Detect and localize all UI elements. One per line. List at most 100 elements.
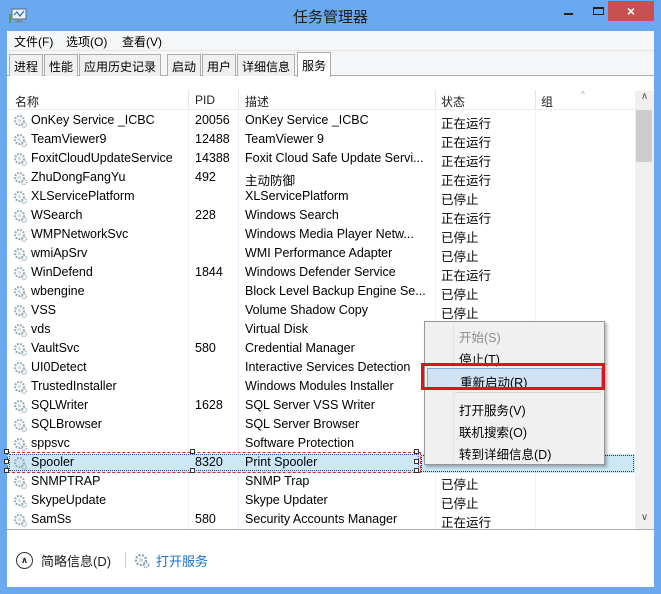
column-header-status[interactable]: 状态	[441, 93, 465, 110]
open-services-label: 打开服务	[156, 554, 209, 569]
scroll-thumb[interactable]	[636, 110, 652, 162]
table-row[interactable]: WinDefend 1844 Windows Defender Service 正在运…	[7, 264, 635, 283]
scroll-down-icon[interactable]: ∨	[635, 512, 654, 529]
gear-icon	[13, 513, 28, 528]
tab-performance[interactable]: 性能	[44, 54, 79, 76]
service-pid: 8320	[195, 455, 223, 469]
table-row[interactable]: WMPNetworkSvc Windows Media Player Netw..…	[7, 226, 635, 245]
tab-startup[interactable]: 启动	[167, 54, 202, 76]
minimize-button[interactable]	[555, 1, 581, 21]
service-status: 正在运行	[441, 117, 492, 131]
tab-services[interactable]: 服务	[297, 52, 332, 77]
service-name: VSS	[31, 303, 57, 317]
context-menu-open-services[interactable]: 打开服务(V)	[427, 397, 602, 419]
service-description: Windows Media Player Netw...	[245, 227, 414, 241]
context-menu-search-online[interactable]: 联机搜索(O)	[427, 419, 602, 441]
column-header-group[interactable]: 组	[541, 93, 553, 110]
context-menu-stop[interactable]: 停止(T)	[427, 346, 602, 368]
service-name: WMPNetworkSvc	[31, 227, 129, 241]
service-name: FoxitCloudUpdateService	[31, 151, 173, 165]
service-status: 正在运行	[441, 212, 492, 226]
service-name: WSearch	[31, 208, 83, 222]
service-name: SQLBrowser	[31, 417, 102, 431]
service-name: ZhuDongFangYu	[31, 170, 126, 184]
gear-icon	[13, 304, 28, 319]
service-description: OnKey Service _ICBC	[245, 113, 369, 127]
table-row[interactable]: wbengine Block Level Backup Engine Se... 已…	[7, 283, 635, 302]
table-row[interactable]: FoxitCloudUpdateService 14388 Foxit Cloud …	[7, 150, 635, 169]
service-name: vds	[31, 322, 51, 336]
gear-icon	[13, 456, 28, 471]
client-area: 文件(F) 选项(O) 查看(V) 进程 性能 应用历史记录 启动 用户 详细信…	[7, 31, 654, 587]
service-status: 已停止	[441, 250, 479, 264]
service-description: Windows Modules Installer	[245, 379, 394, 393]
service-name: WinDefend	[31, 265, 93, 279]
table-row[interactable]: TeamViewer9 12488 TeamViewer 9 正在运行	[7, 131, 635, 150]
context-menu-start[interactable]: 开始(S)	[427, 324, 602, 346]
service-status: 正在运行	[441, 516, 492, 530]
context-menu-go-to-details[interactable]: 转到详细信息(D)	[427, 441, 602, 463]
task-manager-window: 任务管理器 × 文件(F) 选项(O) 查看(V) 进程 性能 应用历史记录 启…	[0, 0, 661, 594]
service-name: XLServicePlatform	[31, 189, 135, 203]
table-row[interactable]: OnKey Service _ICBC 20056 OnKey Service _I…	[7, 112, 635, 131]
tab-app-history[interactable]: 应用历史记录	[79, 54, 162, 76]
service-name: OnKey Service _ICBC	[31, 113, 155, 127]
gear-icon	[13, 399, 28, 414]
service-name: sppsvc	[31, 436, 70, 450]
service-pid: 492	[195, 170, 216, 184]
menu-options[interactable]: 选项(O)	[66, 33, 107, 50]
service-name: TeamViewer9	[31, 132, 107, 146]
service-status: 已停止	[441, 288, 479, 302]
service-name: SamSs	[31, 512, 72, 526]
table-row[interactable]: SkypeUpdate Skype Updater 已停止	[7, 492, 635, 511]
fewer-details-label: 简略信息(D)	[41, 554, 112, 569]
service-pid: 580	[195, 512, 216, 526]
context-menu-divider	[455, 392, 601, 393]
menu-file[interactable]: 文件(F)	[14, 33, 53, 50]
column-header-description[interactable]: 描述	[245, 93, 269, 110]
vertical-scrollbar[interactable]: ∧ ∨	[635, 91, 654, 529]
table-row[interactable]: SamSs 580 Security Accounts Manager 正在运行	[7, 511, 635, 530]
scroll-up-icon[interactable]: ∧	[635, 91, 654, 108]
column-separator[interactable]	[238, 90, 239, 110]
tab-processes[interactable]: 进程	[9, 54, 44, 76]
gear-icon	[13, 190, 28, 205]
table-row[interactable]: WSearch 228 Windows Search 正在运行	[7, 207, 635, 226]
fewer-details-button[interactable]: ∧ 简略信息(D)	[16, 551, 111, 570]
title-bar[interactable]: 任务管理器 ×	[0, 0, 661, 31]
service-status: 正在运行	[441, 136, 492, 150]
gear-icon	[13, 247, 28, 262]
table-row[interactable]: XLServicePlatform XLServicePlatform 已停止	[7, 188, 635, 207]
close-button[interactable]: ×	[608, 1, 654, 21]
service-status: 已停止	[441, 193, 479, 207]
column-separator[interactable]	[188, 90, 189, 110]
open-services-link[interactable]: 打开服务	[134, 551, 208, 570]
service-name: wbengine	[31, 284, 85, 298]
column-separator[interactable]	[435, 90, 436, 110]
menu-view[interactable]: 查看(V)	[122, 33, 162, 50]
table-row[interactable]: ZhuDongFangYu 492 主动防御 正在运行	[7, 169, 635, 188]
service-description: Foxit Cloud Safe Update Servi...	[245, 151, 424, 165]
service-name: SkypeUpdate	[31, 493, 107, 507]
menu-bar: 文件(F) 选项(O) 查看(V)	[7, 31, 654, 51]
column-separator[interactable]	[535, 90, 536, 110]
tab-users[interactable]: 用户	[202, 54, 237, 76]
service-description: Volume Shadow Copy	[245, 303, 368, 317]
service-status: 已停止	[441, 478, 479, 492]
column-header-name[interactable]: 名称	[15, 93, 39, 110]
context-menu-restart[interactable]: 重新启动(R)	[427, 368, 602, 390]
gear-icon	[13, 494, 28, 509]
service-description: Credential Manager	[245, 341, 355, 355]
table-row[interactable]: VSS Volume Shadow Copy 已停止	[7, 302, 635, 321]
service-name: SQLWriter	[31, 398, 89, 412]
service-pid: 1844	[195, 265, 223, 279]
table-row[interactable]: SNMPTRAP SNMP Trap 已停止	[7, 473, 635, 492]
tab-details[interactable]: 详细信息	[237, 54, 296, 76]
service-status: 正在运行	[441, 174, 492, 188]
service-description: Security Accounts Manager	[245, 512, 398, 526]
table-row[interactable]: wmiApSrv WMI Performance Adapter 已停止	[7, 245, 635, 264]
service-description: WMI Performance Adapter	[245, 246, 393, 260]
column-header-pid[interactable]: PID	[195, 93, 215, 107]
service-description: SQL Server VSS Writer	[245, 398, 375, 412]
gear-icon	[13, 380, 28, 395]
